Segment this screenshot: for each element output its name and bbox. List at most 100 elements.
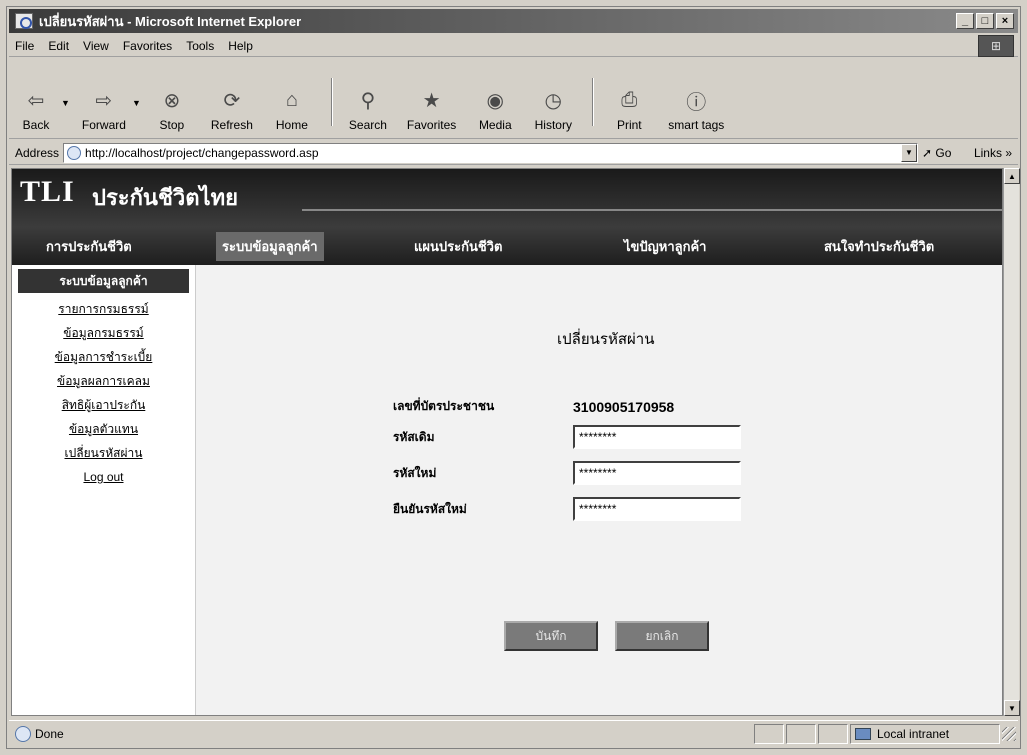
status-panel [786, 723, 816, 744]
site-name: ประกันชีวิตไทย [92, 185, 238, 210]
search-button[interactable]: ⚲ Search [348, 68, 387, 133]
sidebar-item-payment-info[interactable]: ข้อมูลการชำระเบี้ย [12, 345, 195, 369]
sidebar-item-logout[interactable]: Log out [12, 465, 195, 489]
page-viewport: TLI ประกันชีวิตไทย การประกันชีวิต ระบบข้… [11, 168, 1003, 716]
sidebar-item-change-password[interactable]: เปลี่ยนรหัสผ่าน [12, 441, 195, 465]
old-password-label: รหัสเดิม [393, 429, 435, 444]
site-logo: TLI [20, 175, 75, 208]
title-bar: เปลี่ยนรหัสผ่าน - Microsoft Internet Exp… [9, 9, 1018, 33]
links-button[interactable]: Links » [974, 146, 1012, 160]
save-button[interactable]: บันทึก [504, 621, 598, 651]
address-input[interactable]: http://localhost/project/changepassword.… [63, 142, 918, 163]
resize-grip-icon[interactable] [1002, 726, 1016, 741]
home-label: Home [275, 118, 308, 132]
scroll-up-icon[interactable]: ▲ [1004, 168, 1020, 184]
go-label: Go [935, 145, 952, 160]
stop-label: Stop [159, 118, 185, 132]
forward-button[interactable]: ⇨ Forward [81, 68, 126, 133]
menu-edit[interactable]: Edit [48, 39, 69, 53]
home-icon: ⌂ [285, 88, 298, 111]
sidebar-item-claim-result[interactable]: ข้อมูลผลการเคลม [12, 369, 195, 393]
media-icon: ◉ [486, 89, 504, 112]
history-icon: ◷ [544, 89, 562, 112]
address-label: Address [15, 145, 60, 160]
cancel-button[interactable]: ยกเลิก [615, 621, 709, 651]
home-button[interactable]: ⌂ Home [273, 68, 311, 133]
print-label: Print [616, 118, 642, 132]
refresh-icon: ⟳ [223, 89, 241, 112]
menu-tools[interactable]: Tools [186, 39, 214, 53]
menu-file[interactable]: File [15, 39, 34, 53]
id-row: เลขที่บัตรประชาชน 3100905170958 [393, 397, 674, 416]
nav-customer-help[interactable]: ไขปัญหาลูกค้า [618, 232, 712, 261]
history-button[interactable]: ◷ History [534, 68, 572, 133]
new-password-row: รหัสใหม่ [393, 461, 741, 485]
menu-help[interactable]: Help [228, 39, 253, 53]
stop-icon: ⊗ [163, 89, 181, 112]
forward-arrow-icon: ⇨ [95, 89, 113, 112]
site-nav: การประกันชีวิต ระบบข้อมูลลูกค้า แผนประกั… [12, 227, 1002, 265]
security-zone: Local intranet [850, 723, 1000, 744]
page-done-icon [15, 725, 31, 742]
old-password-field[interactable] [573, 425, 741, 449]
nav-insurance-plans[interactable]: แผนประกันชีวิต [408, 232, 508, 261]
sidebar-item-policy-list[interactable]: รายการกรมธรรม์ [12, 297, 195, 321]
maximize-button[interactable]: □ [976, 13, 994, 29]
forward-label: Forward [81, 118, 126, 132]
media-button[interactable]: ◉ Media [476, 68, 514, 133]
address-bar: Address http://localhost/project/changep… [9, 141, 1018, 165]
close-button[interactable]: × [996, 13, 1014, 29]
address-dropdown-icon[interactable]: ▼ [900, 143, 917, 162]
standard-toolbar: ⇦ Back ▼ ⇨ Forward ▼ ⊗ Stop ⟳ Refresh ⌂ … [9, 59, 1018, 139]
status-panel [818, 723, 848, 744]
minimize-button[interactable]: _ [956, 13, 974, 29]
back-button[interactable]: ⇦ Back [17, 68, 55, 133]
browser-window: เปลี่ยนรหัสผ่าน - Microsoft Internet Exp… [6, 6, 1021, 749]
confirm-password-label: ยืนยันรหัสใหม่ [393, 501, 467, 516]
search-label: Search [348, 118, 387, 132]
nav-customer-system[interactable]: ระบบข้อมูลลูกค้า [216, 231, 324, 261]
sidebar-item-agent-info[interactable]: ข้อมูลตัวแทน [12, 417, 195, 441]
back-arrow-icon: ⇦ [27, 89, 45, 112]
zone-label: Local intranet [877, 726, 950, 741]
refresh-label: Refresh [210, 118, 253, 132]
menu-view[interactable]: View [83, 39, 109, 53]
id-value: 3100905170958 [573, 398, 675, 415]
go-button[interactable]: ➚ Go [922, 146, 966, 160]
toolbar-separator [592, 78, 595, 126]
favorites-icon: ★ [422, 89, 441, 112]
menu-favorites[interactable]: Favorites [123, 39, 172, 53]
page-icon [67, 145, 82, 160]
ie-icon [15, 13, 33, 29]
favorites-label: Favorites [406, 118, 457, 132]
confirm-password-field[interactable] [573, 497, 741, 521]
intranet-icon [855, 727, 871, 740]
window-title: เปลี่ยนรหัสผ่าน - Microsoft Internet Exp… [39, 13, 302, 29]
favorites-button[interactable]: ★ Favorites [406, 68, 457, 133]
stop-button[interactable]: ⊗ Stop [153, 68, 191, 133]
old-password-row: รหัสเดิม [393, 425, 741, 449]
new-password-field[interactable] [573, 461, 741, 485]
id-label: เลขที่บัตรประชาชน [393, 399, 495, 413]
back-dropdown-icon[interactable]: ▼ [61, 98, 70, 108]
sidebar-item-policy-info[interactable]: ข้อมูลกรมธรรม์ [12, 321, 195, 345]
menu-bar: File Edit View Favorites Tools Help ⊞ [9, 35, 1018, 57]
vertical-scrollbar[interactable]: ▲ ▼ [1003, 168, 1020, 716]
print-button[interactable]: ⎙ Print [610, 68, 648, 133]
refresh-button[interactable]: ⟳ Refresh [210, 68, 253, 133]
status-bar: Done Local intranet [9, 720, 1018, 746]
forward-dropdown-icon[interactable]: ▼ [132, 98, 141, 108]
smart-tags-label: smart tags [668, 118, 725, 132]
sidebar-item-insured-rights[interactable]: สิทธิผู้เอาประกัน [12, 393, 195, 417]
nav-insurance[interactable]: การประกันชีวิต [40, 232, 138, 261]
site-header: TLI ประกันชีวิตไทย [12, 169, 1002, 227]
status-text: Done [35, 726, 64, 741]
header-rule [302, 209, 1002, 211]
nav-interested[interactable]: สนใจทำประกันชีวิต [818, 232, 940, 261]
scroll-down-icon[interactable]: ▼ [1004, 700, 1020, 716]
back-label: Back [22, 118, 50, 132]
history-label: History [534, 118, 572, 132]
address-url[interactable]: http://localhost/project/changepassword.… [85, 146, 901, 160]
smart-tags-button[interactable]: ⓘ smart tags [668, 68, 725, 133]
main-content: เปลี่ยนรหัสผ่าน เลขที่บัตรประชาชน 310090… [197, 265, 1002, 715]
